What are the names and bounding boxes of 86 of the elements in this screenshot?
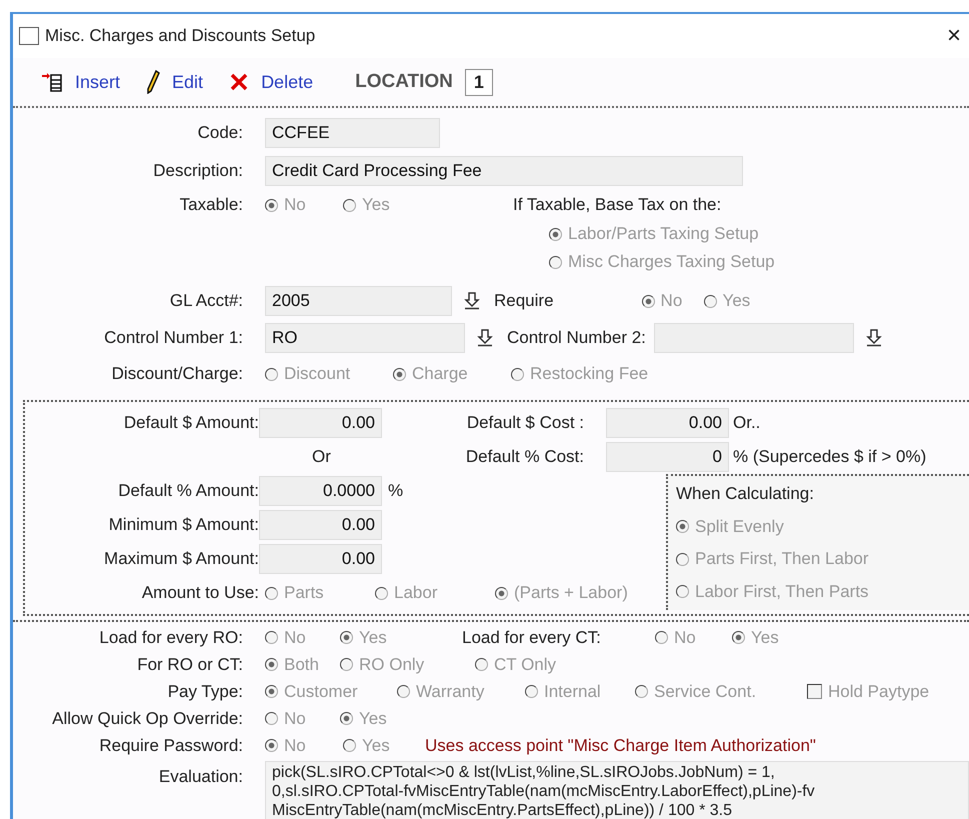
field-label: Default $ Cost : — [466, 413, 585, 433]
radio-option[interactable]: Restocking Fee — [511, 364, 691, 384]
amount-field[interactable]: 0.00 — [259, 510, 382, 540]
field-label: For RO or CT: — [136, 654, 244, 674]
code-field[interactable]: CCFEE — [265, 118, 440, 148]
radio-option[interactable]: Labor/Parts Taxing Setup — [549, 224, 759, 244]
control-number-field[interactable] — [654, 323, 854, 353]
down-arrow-icon[interactable] — [464, 292, 480, 310]
radio-option[interactable]: Yes — [343, 195, 513, 215]
evaluation-field[interactable]: pick(SL.sIRO.CPTotal<>0 & lst(lvList,%line,SL.sIROJobs.JobNum) = 1, 0,sl.sIRO.CPTotal-fvMiscEntryTable(nam(mcMiscEntry.LaborEffect),pLine)-fv MiscEntryTable(nam(mcMiscEntry.PartsEffect),pLine)) / 100 * 3.5 — [265, 761, 969, 819]
pencil-icon — [146, 70, 160, 94]
percent-field[interactable]: 0 — [606, 442, 729, 472]
radio-option[interactable]: Labor First, Then Parts — [676, 582, 961, 602]
control-number-field[interactable]: RO — [265, 323, 465, 353]
amount-field[interactable]: 0.00 — [606, 408, 729, 438]
radio-option[interactable]: Labor — [375, 583, 495, 603]
field-label: Pay Type: — [166, 682, 244, 702]
radio-option[interactable]: Service Cont. — [635, 682, 807, 702]
down-arrow-icon[interactable] — [866, 329, 882, 347]
field-label: Require Password: — [98, 736, 244, 756]
radio-option[interactable]: Yes — [343, 736, 425, 756]
field-label: Allow Quick Op Override: — [51, 708, 244, 728]
insert-row-icon — [41, 72, 63, 92]
radio-option[interactable]: No — [655, 628, 732, 648]
field-label: Amount to Use: — [140, 583, 260, 603]
radio-option[interactable]: Customer — [265, 682, 397, 702]
radio-option[interactable]: Yes — [340, 628, 462, 648]
field-label: Taxable: — [178, 195, 244, 215]
amount-field[interactable]: 0.00 — [259, 408, 382, 438]
insert-button[interactable]: Insert — [41, 72, 120, 92]
radio-option[interactable]: Charge — [393, 364, 511, 384]
field-label: Discount/Charge: — [110, 364, 244, 384]
radio-option[interactable]: No — [265, 628, 340, 648]
radio-option[interactable]: RO Only — [340, 654, 475, 674]
require-label: Require — [494, 291, 554, 311]
radio-option[interactable]: No — [265, 708, 340, 728]
field-suffix: % (Supercedes $ if > 0%) — [733, 447, 926, 467]
radio-option[interactable]: Parts First, Then Labor — [676, 549, 961, 570]
field-suffix: % — [388, 481, 404, 501]
radio-option[interactable]: Internal — [525, 682, 635, 702]
field-label: GL Acct#: — [168, 291, 244, 311]
radio-option[interactable]: Discount — [265, 364, 393, 384]
radio-option[interactable]: Both — [265, 654, 340, 674]
field-label: Load for every CT: — [462, 628, 602, 648]
field-label: Description: — [152, 161, 244, 181]
delete-button[interactable]: Delete — [229, 72, 314, 92]
radio-option[interactable]: (Parts + Labor) — [495, 583, 675, 603]
location-label: LOCATION — [355, 71, 453, 93]
radio-option[interactable]: Warranty — [397, 682, 525, 702]
field-label: Default % Cost: — [464, 447, 585, 467]
tax-base-label: If Taxable, Base Tax on the: — [513, 195, 722, 215]
field-label: Default $ Amount: — [122, 413, 260, 433]
field-label: Code: — [196, 123, 244, 143]
radio-option[interactable]: No — [642, 291, 704, 311]
close-icon — [229, 72, 250, 92]
radio-option[interactable]: No — [265, 195, 343, 215]
field-label: Default % Amount: — [117, 481, 260, 501]
edit-button[interactable]: Edit — [146, 70, 204, 94]
field-label: Control Number 2: — [507, 328, 646, 348]
radio-option[interactable]: CT Only — [475, 654, 595, 674]
radio-option[interactable]: Yes — [732, 628, 812, 648]
field-label: Maximum $ Amount: — [103, 549, 260, 569]
amount-field[interactable]: 0.00 — [259, 544, 382, 574]
close-button[interactable]: × — [946, 22, 961, 50]
field-label: Control Number 1: — [103, 328, 244, 348]
window-title: Misc. Charges and Discounts Setup — [45, 26, 316, 46]
radio-option[interactable]: Yes — [704, 291, 764, 311]
field-label: Evaluation: — [158, 766, 244, 787]
radio-option[interactable]: No — [265, 736, 343, 756]
panel-title: When Calculating: — [676, 484, 815, 504]
field-label: Load for every RO: — [98, 628, 244, 648]
radio-option[interactable]: Split Evenly — [676, 516, 961, 537]
field-label: Minimum $ Amount: — [108, 515, 260, 535]
window-icon — [19, 27, 39, 45]
gl-account-field[interactable]: 2005 — [265, 286, 452, 316]
percent-field[interactable]: 0.0000 — [259, 476, 382, 506]
radio-option[interactable]: Yes — [340, 708, 420, 728]
or-label: Or — [311, 447, 332, 467]
radio-option[interactable]: Misc Charges Taxing Setup — [549, 252, 775, 272]
description-field[interactable]: Credit Card Processing Fee — [265, 156, 743, 186]
hold-paytype-checkbox[interactable]: Hold Paytype — [807, 682, 930, 702]
location-value: 1 — [464, 68, 493, 96]
down-arrow-icon[interactable] — [477, 329, 493, 347]
radio-option[interactable]: Parts — [265, 583, 375, 603]
access-point-note: Uses access point "Misc Charge Item Authorization" — [425, 736, 816, 756]
field-suffix: Or.. — [733, 413, 760, 433]
